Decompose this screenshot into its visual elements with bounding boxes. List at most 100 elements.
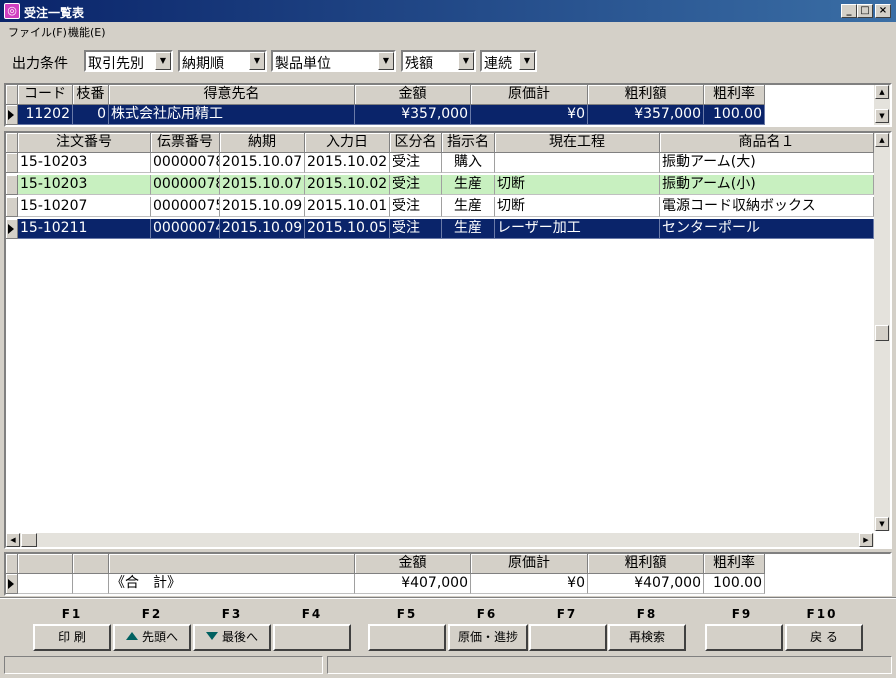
cost-progress-button[interactable]: 原価・進捗: [448, 624, 528, 651]
print-button[interactable]: 印 刷: [33, 624, 111, 651]
research-button[interactable]: 再検索: [608, 624, 686, 651]
grid-cell[interactable]: 2015.10.01: [305, 197, 390, 217]
grid-cell[interactable]: レーザー加工: [495, 219, 660, 239]
row-indicator[interactable]: [6, 197, 18, 217]
grid-cell[interactable]: 15-10203: [18, 175, 151, 195]
column-header[interactable]: 得意先名: [109, 85, 355, 105]
row-indicator[interactable]: [6, 175, 18, 195]
column-header[interactable]: 注文番号: [18, 133, 151, 153]
grid-cell[interactable]: 2015.10.05: [305, 219, 390, 239]
grid-cell[interactable]: [73, 574, 109, 594]
grid-cell[interactable]: センターポール: [660, 219, 874, 239]
f9-button[interactable]: [705, 624, 783, 651]
combo-product-unit[interactable]: 製品単位 ▼: [271, 50, 396, 72]
column-header[interactable]: 金額: [355, 554, 471, 574]
grid-cell[interactable]: 00000075: [151, 197, 220, 217]
scroll-thumb[interactable]: [21, 533, 37, 547]
grid-cell[interactable]: 振動アーム(小): [660, 175, 874, 195]
scroll-up-icon[interactable]: ▲: [875, 85, 889, 99]
dropdown-arrow-icon[interactable]: ▼: [519, 52, 535, 70]
app-icon[interactable]: ◎: [4, 3, 20, 19]
grid-cell[interactable]: ¥407,000: [588, 574, 704, 594]
column-header[interactable]: 納期: [220, 133, 305, 153]
column-header[interactable]: コード: [18, 85, 73, 105]
grid-cell[interactable]: 生産: [442, 197, 495, 217]
grid-cell[interactable]: [18, 574, 73, 594]
grid-cell[interactable]: 生産: [442, 175, 495, 195]
detail-vertical-scrollbar[interactable]: ▲ ▼: [874, 133, 890, 531]
column-header[interactable]: 枝番: [73, 85, 109, 105]
grid-cell[interactable]: 株式会社応用精工: [109, 105, 355, 125]
dropdown-arrow-icon[interactable]: ▼: [155, 52, 171, 70]
combo-continuous[interactable]: 連続 ▼: [480, 50, 537, 72]
column-header[interactable]: 原価計: [471, 85, 588, 105]
grid-cell[interactable]: 2015.10.02: [305, 175, 390, 195]
dropdown-arrow-icon[interactable]: ▼: [458, 52, 474, 70]
combo-partner-grouping[interactable]: 取引先別 ▼: [84, 50, 173, 72]
column-header[interactable]: 区分名: [390, 133, 442, 153]
dropdown-arrow-icon[interactable]: ▼: [378, 52, 394, 70]
column-header[interactable]: 粗利率: [704, 554, 765, 574]
scroll-up-icon[interactable]: ▲: [875, 133, 889, 147]
grid-cell[interactable]: ¥407,000: [355, 574, 471, 594]
f4-button[interactable]: [273, 624, 351, 651]
column-header[interactable]: 粗利額: [588, 554, 704, 574]
menu-file[interactable]: ファイル(F): [8, 24, 67, 40]
grid-cell[interactable]: 購入: [442, 153, 495, 173]
grid-cell[interactable]: 15-10207: [18, 197, 151, 217]
grid-cell[interactable]: 2015.10.09: [220, 219, 305, 239]
column-header[interactable]: 金額: [355, 85, 471, 105]
grid-cell[interactable]: 切断: [495, 197, 660, 217]
grid-cell[interactable]: 2015.10.07: [220, 153, 305, 173]
grid-cell[interactable]: 100.00: [704, 574, 765, 594]
grid-cell[interactable]: 生産: [442, 219, 495, 239]
grid-cell[interactable]: 00000074: [151, 219, 220, 239]
scroll-down-icon[interactable]: ▼: [875, 109, 889, 123]
combo-sort-order[interactable]: 納期順 ▼: [178, 50, 267, 72]
column-header[interactable]: 指示名: [442, 133, 495, 153]
row-indicator[interactable]: [6, 219, 18, 239]
grid-cell[interactable]: ¥0: [471, 574, 588, 594]
column-header[interactable]: 現在工程: [495, 133, 660, 153]
grid-cell[interactable]: 00000078: [151, 175, 220, 195]
column-header[interactable]: 伝票番号: [151, 133, 220, 153]
scroll-down-icon[interactable]: ▼: [875, 517, 889, 531]
go-first-button[interactable]: 先頭へ: [113, 624, 191, 651]
grid-cell[interactable]: 2015.10.09: [220, 197, 305, 217]
combo-balance[interactable]: 残額 ▼: [401, 50, 476, 72]
go-last-button[interactable]: 最後へ: [193, 624, 271, 651]
column-header[interactable]: 入力日: [305, 133, 390, 153]
maximize-button[interactable]: □: [857, 4, 873, 18]
f7-button[interactable]: [529, 624, 607, 651]
column-header[interactable]: 商品名１: [660, 133, 874, 153]
grid-cell[interactable]: ¥357,000: [355, 105, 471, 125]
grid-cell[interactable]: 電源コード収納ボックス: [660, 197, 874, 217]
column-header[interactable]: 粗利額: [588, 85, 704, 105]
grid-cell[interactable]: 振動アーム(大): [660, 153, 874, 173]
grid-cell[interactable]: ¥357,000: [588, 105, 704, 125]
scroll-left-icon[interactable]: ◀: [6, 533, 20, 547]
scroll-right-icon[interactable]: ▶: [859, 533, 873, 547]
back-button[interactable]: 戻 る: [785, 624, 863, 651]
scroll-thumb[interactable]: [875, 325, 889, 341]
column-header[interactable]: 粗利率: [704, 85, 765, 105]
grid-cell[interactable]: 100.00: [704, 105, 765, 125]
grid-cell[interactable]: 11202: [18, 105, 73, 125]
row-indicator[interactable]: [6, 574, 18, 594]
menu-function[interactable]: 機能(E): [68, 24, 106, 40]
grid-cell[interactable]: 受注: [390, 153, 442, 173]
grid-cell[interactable]: 00000078: [151, 153, 220, 173]
grid-cell[interactable]: 15-10203: [18, 153, 151, 173]
minimize-button[interactable]: _: [841, 4, 857, 18]
grid-cell[interactable]: 0: [73, 105, 109, 125]
grid-cell[interactable]: 2015.10.07: [220, 175, 305, 195]
column-header[interactable]: 原価計: [471, 554, 588, 574]
grid-cell[interactable]: [495, 153, 660, 173]
grid-cell[interactable]: 受注: [390, 175, 442, 195]
dropdown-arrow-icon[interactable]: ▼: [249, 52, 265, 70]
grid-cell[interactable]: 2015.10.02: [305, 153, 390, 173]
grid-cell[interactable]: 受注: [390, 219, 442, 239]
grid-cell[interactable]: 15-10211: [18, 219, 151, 239]
f5-button[interactable]: [368, 624, 446, 651]
grid-cell[interactable]: 受注: [390, 197, 442, 217]
